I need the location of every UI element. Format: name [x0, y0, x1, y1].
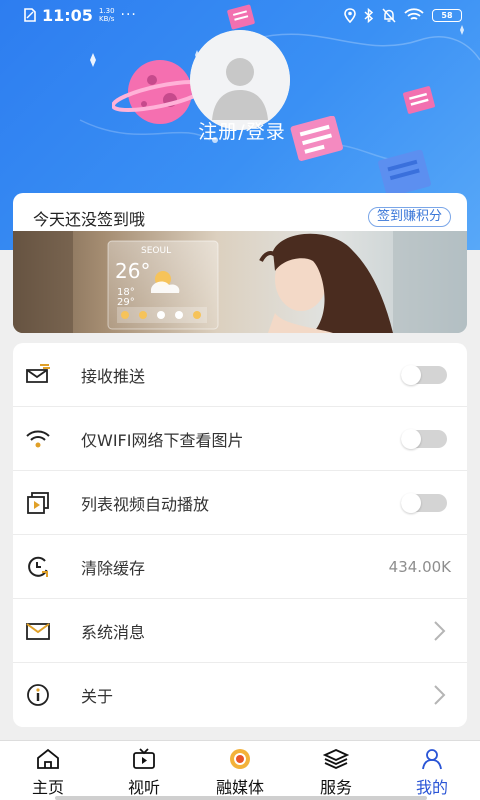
tab-label-mine: 我的 [415, 778, 448, 797]
tab-label-home: 主页 [31, 778, 64, 797]
signin-button[interactable]: 签到赚积分 [367, 207, 451, 227]
info-icon [27, 684, 49, 706]
banner-temp-low2: 29° [117, 297, 135, 308]
toggle-knob [401, 364, 421, 385]
row-label-about: 关于 [81, 687, 114, 706]
row-label-clear-cache: 清除缓存 [81, 558, 146, 578]
banner-image[interactable]: SEOUL 26° 18° 29° [13, 231, 467, 333]
cache-size-value: 434.00K [388, 557, 451, 576]
push-toggle[interactable] [401, 364, 447, 385]
video-autoplay-toggle[interactable] [401, 492, 447, 513]
mail-icon [26, 623, 50, 640]
tab-label-audiovisual: 视听 [127, 778, 160, 797]
newspaper-icon [403, 86, 435, 114]
chevron-right-icon [434, 620, 446, 641]
home-indicator[interactable] [55, 796, 427, 800]
toggle-knob [401, 428, 421, 449]
layers-icon [323, 749, 349, 769]
signin-card: 今天还没签到哦 签到赚积分 SEOUL 26° 18° 29° [13, 193, 467, 333]
avatar[interactable] [190, 30, 290, 130]
wifi-images-toggle[interactable] [401, 428, 447, 449]
tab-label-media: 融媒体 [215, 778, 264, 797]
row-label-video-autoplay: 列表视频自动播放 [81, 494, 210, 514]
home-icon [37, 748, 59, 769]
user-icon [422, 749, 442, 770]
video-autoplay-icon [27, 492, 49, 514]
tab-services[interactable]: 服务 [288, 741, 384, 800]
row-label-push: 接收推送 [81, 366, 146, 386]
newspaper-icon [290, 116, 343, 161]
settings-row-push[interactable]: 接收推送 [13, 343, 467, 407]
bottom-tab-bar: 主页 视听 融媒体 服务 我的 [0, 740, 480, 800]
settings-row-video-autoplay[interactable]: 列表视频自动播放 [13, 471, 467, 535]
settings-list: 接收推送 仅WIFI网络下查看图片 列表视频自动播放 清除缓存 434.00K [13, 343, 467, 727]
tab-media[interactable]: 融媒体 [192, 741, 288, 800]
banner-temperature: 26° [115, 259, 151, 283]
tab-label-services: 服务 [319, 778, 352, 797]
toggle-knob [401, 492, 421, 513]
banner-illustration [13, 231, 467, 333]
settings-row-wifi-images[interactable]: 仅WIFI网络下查看图片 [13, 407, 467, 471]
settings-row-clear-cache[interactable]: 清除缓存 434.00K [13, 535, 467, 599]
signin-prompt: 今天还没签到哦 [33, 210, 146, 229]
push-message-icon [26, 364, 50, 383]
settings-row-system-messages[interactable]: 系统消息 [13, 599, 467, 663]
clock-icon [28, 556, 48, 577]
chevron-right-icon [434, 685, 446, 705]
settings-row-about[interactable]: 关于 [13, 663, 467, 727]
newspaper-icon [227, 4, 255, 30]
row-label-system-messages: 系统消息 [81, 622, 146, 642]
tv-icon [133, 748, 155, 769]
wifi-icon [26, 430, 50, 448]
tab-mine[interactable]: 我的 [384, 741, 480, 800]
banner-city: SEOUL [141, 246, 172, 256]
user-placeholder-icon [190, 30, 290, 130]
tab-home[interactable]: 主页 [0, 741, 96, 800]
media-logo-icon [230, 749, 250, 769]
row-label-wifi-images: 仅WIFI网络下查看图片 [81, 430, 244, 450]
tab-audiovisual[interactable]: 视听 [96, 741, 192, 800]
login-register-link[interactable]: 注册/登录 [190, 117, 294, 144]
